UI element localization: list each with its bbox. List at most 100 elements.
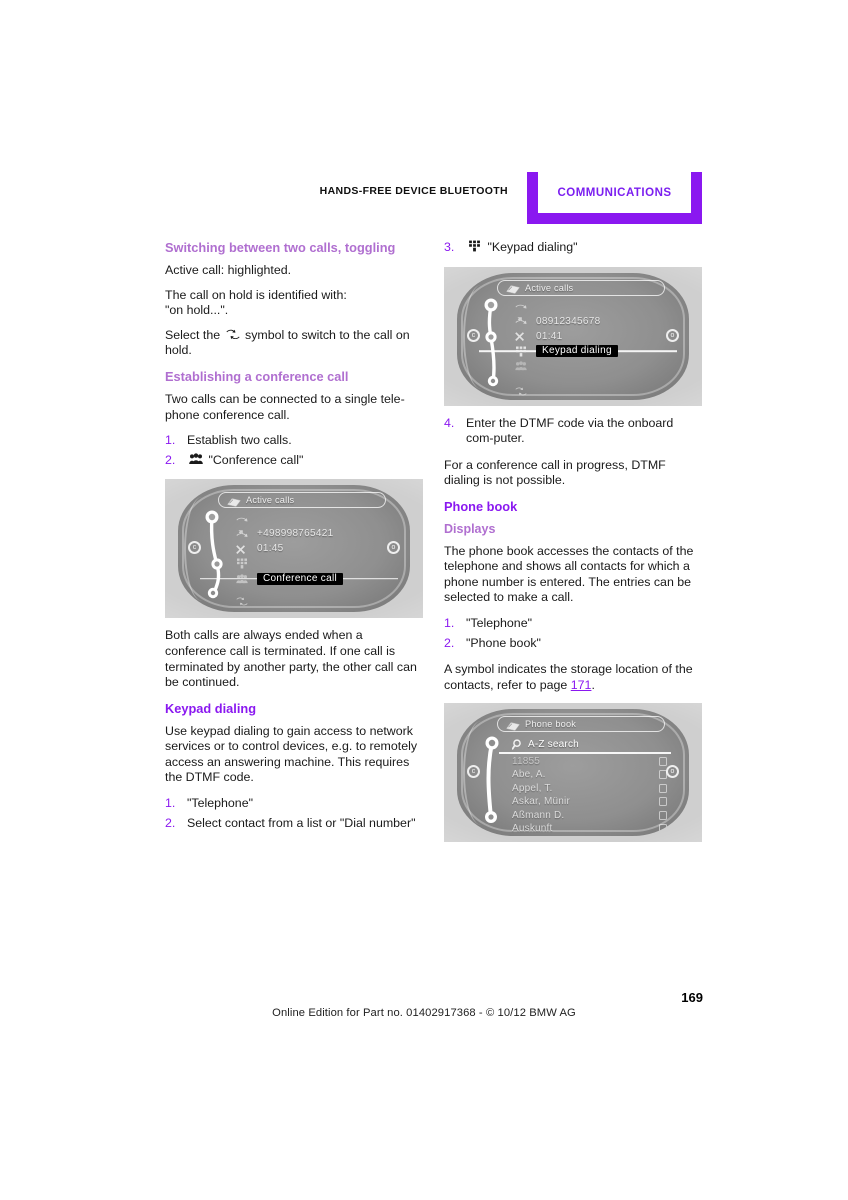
screen-row: 01:41 <box>515 329 669 344</box>
step-enter-dtmf-code: 4. Enter the DTMF code via the onboard c… <box>444 416 704 447</box>
step-telephone: 1. "Telephone" <box>165 796 425 812</box>
phone-book-contact-list: 11855 Abe, A. Appel, T. Askar, Münir Aßm… <box>512 754 673 835</box>
page-reference-link[interactable]: 171 <box>571 678 592 692</box>
phone-book-contact-item[interactable]: 11855 <box>512 754 673 768</box>
step-select-contact: 2. Select contact from a list or "Dial n… <box>165 816 425 832</box>
call-active-icon <box>236 529 251 539</box>
contact-name: Aßmann D. <box>512 809 565 821</box>
step-phone-book: 2. "Phone book" <box>444 636 704 652</box>
step-conference-call: 2. "Conference call" <box>165 453 425 469</box>
step-text: "Telephone" <box>466 615 532 630</box>
screen-title: Active calls <box>246 495 295 506</box>
idrive-screen: Active calls c o <box>457 272 689 400</box>
screenshot-conference-call: Active calls c o +498998765421 01:45 Con… <box>165 479 423 619</box>
screen-title: Phone book <box>525 719 577 730</box>
paragraph-two-calls-connected: Two calls can be connected to a single t… <box>165 391 405 422</box>
screen-row: 08912345678 <box>515 314 669 329</box>
step-text: "Keypad dialing" <box>487 240 578 254</box>
idrive-screen: Phone book c o A-Z search 11855 Abe, A. … <box>457 709 689 837</box>
heading-switching-between-two-calls: Switching between two calls, toggling <box>165 240 396 255</box>
screen-back-knob-label: c <box>471 331 476 339</box>
phone-handset-icon <box>505 282 521 294</box>
chapter-tab: COMMUNICATIONS <box>527 172 702 224</box>
conference-call-icon <box>189 453 203 466</box>
screen-scroll-rail <box>479 295 519 390</box>
screen-row: +498998765421 <box>236 526 390 541</box>
phone-book-search-row[interactable]: A-Z search <box>512 737 667 751</box>
step-text: Select contact from a list or "Dial numb… <box>187 815 416 830</box>
phone-book-contact-item[interactable]: Appel, T. <box>512 781 673 795</box>
step-text: Enter the DTMF code via the onboard com-… <box>466 415 674 446</box>
end-call-icon <box>236 544 251 554</box>
screen-row-selected[interactable]: Keypad dialing <box>515 344 669 359</box>
step-number: 1. <box>444 615 455 630</box>
step-keypad-dialing: 3. "Keypad dialing" <box>444 240 704 256</box>
storage-location-suffix: . <box>591 677 595 692</box>
screen-row-selected[interactable]: Conference call <box>236 571 390 586</box>
running-title: HANDS-FREE DEVICE BLUETOOTH <box>319 185 508 197</box>
end-call-icon <box>515 331 530 342</box>
phone-book-search-label: A-Z search <box>528 738 579 750</box>
on-hold-line1: The call on hold is identified with: <box>165 287 347 302</box>
screen-row-text: 08912345678 <box>536 315 601 327</box>
contact-name: Abe, A. <box>512 769 546 781</box>
step-text: Establish two calls. <box>187 433 292 448</box>
keypad-dialing-steps-continued: 3. "Keypad dialing" <box>444 240 704 256</box>
step-number: 3. <box>444 240 455 254</box>
contact-name: 11855 <box>512 755 541 767</box>
step-text: "Phone book" <box>466 635 541 650</box>
screen-row <box>515 384 669 399</box>
paragraph-keypad-dialing-intro: Use keypad dialing to gain access to net… <box>165 723 418 785</box>
paragraph-both-calls-ended: Both calls are always ended when a confe… <box>165 628 417 690</box>
page: HANDS-FREE DEVICE BLUETOOTH COMMUNICATIO… <box>0 0 848 1200</box>
conference-call-icon <box>236 574 251 584</box>
search-icon <box>512 739 525 750</box>
keypad-icon <box>515 346 530 357</box>
phone-book-contact-item[interactable]: Aßmann D. <box>512 808 673 822</box>
keypad-icon <box>236 558 251 569</box>
storage-badge-icon <box>659 797 667 807</box>
screen-row-text: Conference call <box>257 572 343 585</box>
step-number: 2. <box>444 635 455 650</box>
heading-displays: Displays <box>444 521 496 536</box>
step-establish-two-calls: 1. Establish two calls. <box>165 433 425 449</box>
phone-book-contact-item[interactable]: Abe, A. <box>512 768 673 782</box>
keypad-icon <box>468 240 482 253</box>
right-column: 3. "Keypad dialing" Active calls c o 089… <box>444 240 704 852</box>
phone-handset-icon <box>505 719 521 731</box>
screen-option-knob-label: o <box>391 544 396 552</box>
screen-scroll-rail <box>200 507 240 602</box>
paragraph-dtmf-not-possible: For a conference call in progress, DTMF … <box>444 457 666 488</box>
page-header: HANDS-FREE DEVICE BLUETOOTH COMMUNICATIO… <box>0 170 848 228</box>
screen-row-text: +498998765421 <box>257 528 334 540</box>
heading-establishing-conference-call: Establishing a conference call <box>165 368 349 384</box>
storage-location-prefix: A symbol indicates the storage location … <box>444 662 693 692</box>
displays-steps: 1. "Telephone" 2. "Phone book" <box>444 616 704 651</box>
page-number: 169 <box>681 990 703 1005</box>
paragraph-active-call: Active call: highlighted. <box>165 262 292 277</box>
phone-book-contact-item[interactable]: Auskunft <box>512 822 673 836</box>
screen-row <box>236 594 390 609</box>
call-dropped-icon <box>236 514 251 524</box>
chapter-tab-label: COMMUNICATIONS <box>557 186 672 199</box>
swap-calls-icon <box>225 328 240 341</box>
contact-name: Appel, T. <box>512 782 553 794</box>
storage-badge-icon <box>659 770 667 780</box>
screen-back-knob-label: c <box>471 768 476 776</box>
paragraph-select-symbol: Select the symbol to switch to the call … <box>165 328 425 359</box>
storage-badge-icon <box>659 810 667 820</box>
step-text: "Telephone" <box>187 796 253 811</box>
screen-row-list: 08912345678 01:41 Keypad dialing <box>515 299 669 399</box>
contact-name: Auskunft <box>512 823 553 835</box>
footer-note: Online Edition for Part no. 01402917368 … <box>272 1007 576 1019</box>
conference-call-icon <box>515 361 530 371</box>
storage-badge-icon <box>659 783 667 793</box>
phone-handset-icon <box>226 495 242 507</box>
heading-keypad-dialing: Keypad dialing <box>165 700 257 716</box>
swap-calls-icon <box>515 386 530 397</box>
screen-row <box>236 556 390 571</box>
phone-book-contact-item[interactable]: Askar, Münir <box>512 795 673 809</box>
screen-row: 01:45 <box>236 541 390 556</box>
screen-title: Active calls <box>525 282 574 293</box>
paragraph-phone-book-accesses: The phone book accesses the contacts of … <box>444 543 694 605</box>
